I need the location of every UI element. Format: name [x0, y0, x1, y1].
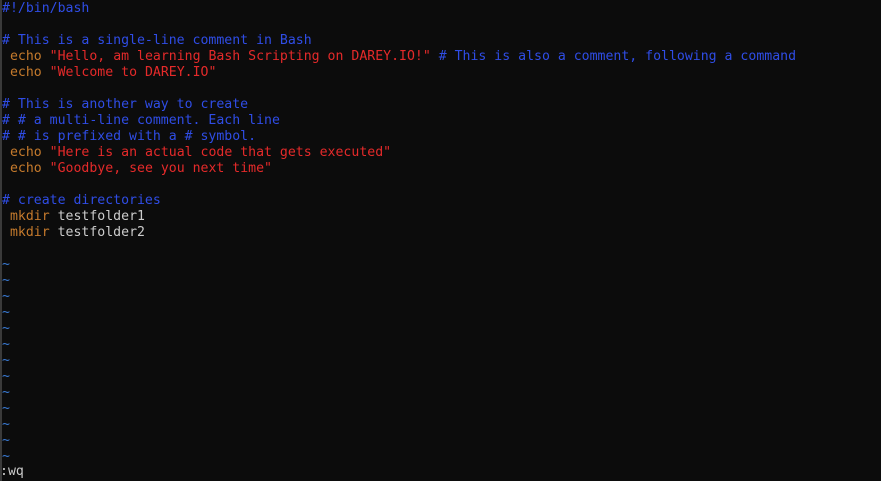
code-line-11: echo "Goodbye, see you next time"	[2, 161, 877, 177]
empty-line-marker: ~	[2, 321, 10, 336]
code-line-9: # # is prefixed with a # symbol.	[2, 129, 877, 145]
command-line-input[interactable]: :wq	[0, 464, 881, 480]
command-keyword: echo	[9, 49, 42, 64]
code-line-10: echo "Here is an actual code that gets e…	[2, 145, 877, 161]
command-keyword: echo	[9, 145, 42, 160]
empty-line-marker: ~	[2, 273, 10, 288]
empty-line-marker: ~	[2, 337, 10, 352]
code-line-4: echo "Hello, am learning Bash Scripting …	[2, 49, 877, 65]
string-literal: "Welcome to DAREY.IO"	[49, 65, 217, 80]
empty-line-marker: ~	[2, 449, 10, 464]
code-line-13: # create directories	[2, 193, 877, 209]
code-line-3: # This is a single-line comment in Bash	[2, 33, 877, 49]
empty-line-marker: ~	[2, 369, 10, 384]
string-literal: "Hello, am learning Bash Scripting on DA…	[49, 49, 431, 64]
code-line-5: echo "Welcome to DAREY.IO"	[2, 65, 877, 81]
terminal-window[interactable]: #!/bin/bash # This is a single-line comm…	[0, 0, 881, 481]
empty-line-marker: ~	[2, 417, 10, 432]
empty-line-marker: ~	[2, 385, 10, 400]
code-line-8: # # a multi-line comment. Each line	[2, 113, 877, 129]
code-line-1: #!/bin/bash	[2, 1, 877, 17]
code-line-15: mkdir testfolder2	[2, 225, 877, 241]
command-keyword: echo	[9, 65, 42, 80]
command-argument: testfolder1	[57, 209, 145, 224]
string-literal: "Goodbye, see you next time"	[49, 161, 272, 176]
comment: # # a multi-line comment. Each line	[2, 113, 280, 128]
comment: # This is a single-line comment in Bash	[2, 33, 312, 48]
comment: # create directories	[2, 193, 161, 208]
code-line-14: mkdir testfolder1	[2, 209, 877, 225]
inline-comment: # This is also a comment, following a co…	[438, 49, 797, 64]
vim-buffer[interactable]: #!/bin/bash # This is a single-line comm…	[2, 1, 877, 465]
command-argument: testfolder2	[57, 225, 145, 240]
empty-line-marker: ~	[2, 401, 10, 416]
command-keyword: mkdir	[9, 209, 50, 224]
comment: # This is another way to create	[2, 97, 249, 112]
shebang: #!/bin/bash	[2, 1, 90, 16]
command-keyword: mkdir	[9, 225, 50, 240]
empty-line-marker: ~	[2, 305, 10, 320]
comment: # # is prefixed with a # symbol.	[2, 129, 257, 144]
string-literal: "Here is an actual code that gets execut…	[49, 145, 392, 160]
empty-line-marker: ~	[2, 257, 10, 272]
empty-line-marker: ~	[2, 289, 10, 304]
empty-line-marker: ~	[2, 433, 10, 448]
code-line-7: # This is another way to create	[2, 97, 877, 113]
empty-line-marker: ~	[2, 353, 10, 368]
command-keyword: echo	[9, 161, 42, 176]
